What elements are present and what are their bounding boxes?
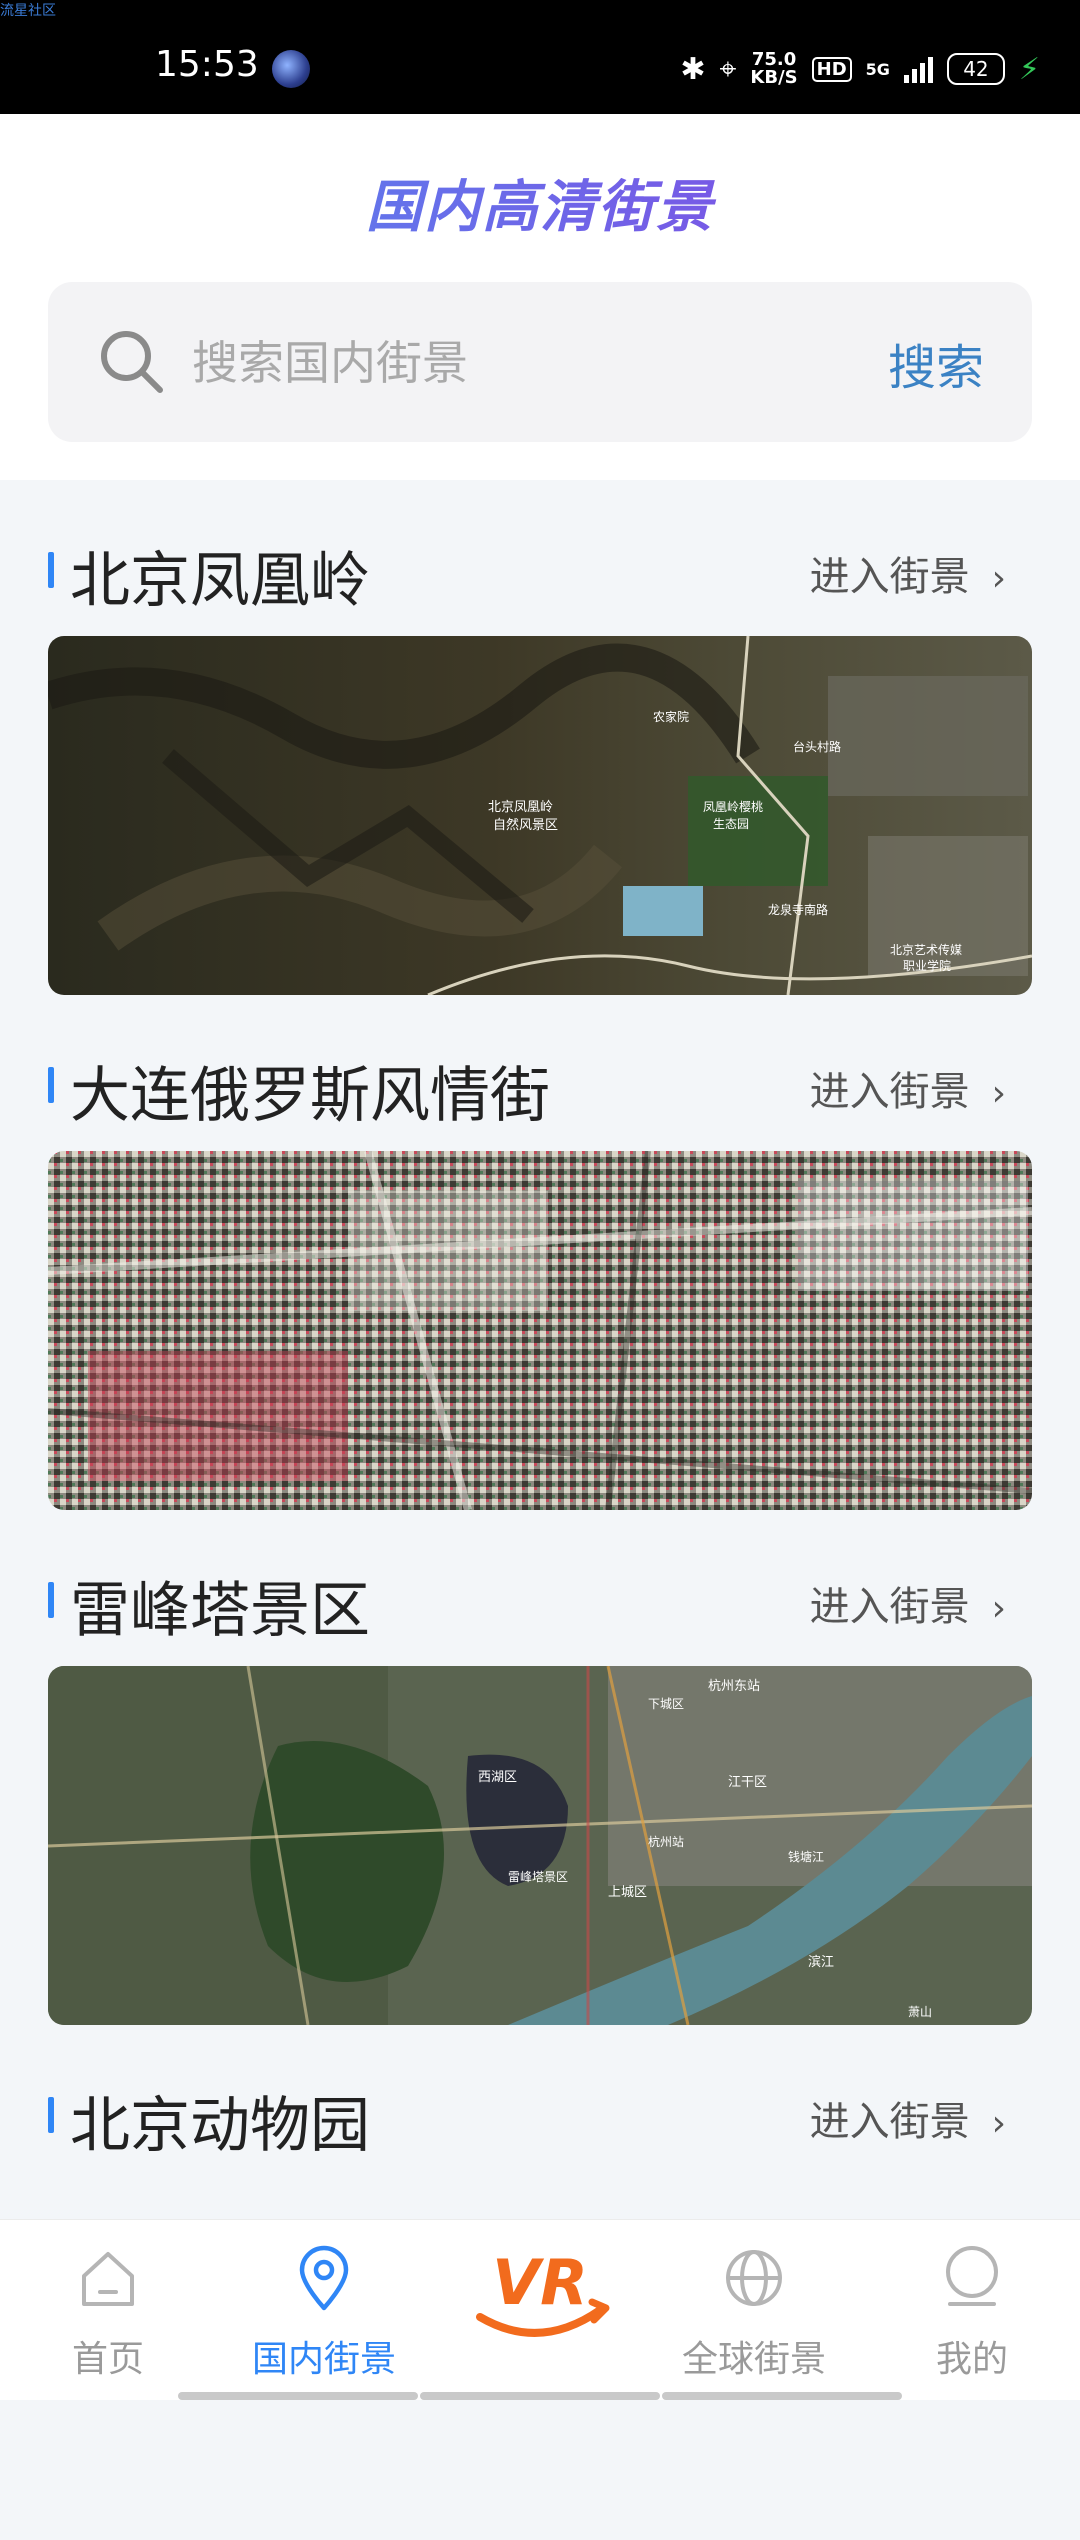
map-label: 钱塘江 (788, 1849, 824, 1864)
list-item: 雷峰塔景区 进入街景 › 杭州东站 西湖区 雷峰塔景区 杭州站 钱塘江 滨江 上… (48, 1510, 1032, 2025)
tab-label: 全球街景 (681, 2339, 826, 2380)
globe-icon (726, 2250, 782, 2306)
list-item: 北京凤凰岭 进入街景 › 北京凤凰岭 自然风景区 凤凰岭樱桃 生态园 农家院 龙… (48, 480, 1032, 995)
enter-street-view-link[interactable]: 进入街景 › (810, 544, 1006, 602)
chevron-right-icon: › (991, 1073, 1006, 1114)
map-label: 杭州东站 (708, 1679, 760, 1694)
map-label: 职业学院 (903, 958, 951, 973)
vr-logo-text: VR (492, 2246, 588, 2319)
vr-logo-icon: VR (476, 2246, 610, 2337)
enter-street-view-label: 进入街景 (809, 554, 970, 600)
battery-icon: 42 (946, 53, 1005, 85)
map-label: 自然风景区 (493, 817, 558, 833)
satellite-thumbnail[interactable] (48, 1151, 1032, 1510)
section-title: 北京动物园 (70, 2091, 370, 2161)
map-label: 农家院 (653, 709, 689, 724)
user-icon (946, 2246, 998, 2306)
section-accent-bar (48, 1067, 54, 1103)
satellite-thumbnail[interactable]: 北京凤凰岭 自然风景区 凤凰岭樱桃 生态园 农家院 龙泉寺南路 北京艺术传媒 职… (48, 636, 1032, 995)
section-accent-bar (48, 2097, 54, 2133)
section-accent-bar (48, 1582, 54, 1618)
section-accent-bar (48, 552, 54, 588)
tab-global-street-view[interactable]: 全球街景 (664, 2220, 844, 2400)
chevron-right-icon: › (991, 2103, 1006, 2144)
section-header: 北京凤凰岭 进入街景 › (48, 480, 1032, 636)
enter-street-view-link[interactable]: 进入街景 › (810, 1059, 1006, 1117)
gesture-bar-segment (420, 2392, 660, 2400)
gesture-bar-segment (178, 2392, 418, 2400)
page-title: 国内高清街景 (0, 162, 1080, 243)
bluetooth-icon: ✱ (680, 51, 706, 87)
tab-label: 国内街景 (251, 2339, 396, 2380)
status-time: 15:53 (155, 44, 259, 85)
map-label: 下城区 (648, 1697, 684, 1711)
enter-street-view-link[interactable]: 进入街景 › (810, 1574, 1006, 1632)
tab-domestic-street-view[interactable]: 国内街景 (234, 2220, 414, 2400)
section-header: 雷峰塔景区 进入街景 › (48, 1510, 1032, 1666)
enter-street-view-link[interactable]: 进入街景 › (810, 2089, 1006, 2147)
map-label: 北京艺术传媒 (890, 942, 962, 957)
list-item: 大连俄罗斯风情街 进入街景 › (48, 995, 1032, 1510)
location-pin-icon (299, 2245, 349, 2311)
network-speed-unit: KB/S (750, 67, 798, 88)
gesture-bar-segment (662, 2392, 902, 2400)
tab-home[interactable]: 首页 (18, 2220, 198, 2400)
chevron-right-icon: › (991, 558, 1006, 599)
tab-profile[interactable]: 我的 (882, 2220, 1062, 2400)
section-header: 北京动物园 进入街景 › (48, 2025, 1032, 2181)
search-icon (101, 331, 163, 393)
home-icon (82, 2252, 134, 2306)
enter-street-view-label: 进入街景 (809, 1069, 970, 1115)
header: 国内高清街景 搜索 (0, 114, 1080, 480)
hd-icon: HD (811, 56, 852, 82)
search-bar[interactable]: 搜索 (48, 282, 1032, 442)
map-label: 台头村路 (793, 739, 841, 754)
map-label: 生态园 (713, 817, 749, 831)
chevron-right-icon: › (991, 1588, 1006, 1629)
section-header: 大连俄罗斯风情街 进入街景 › (48, 995, 1032, 1151)
section-title: 北京凤凰岭 (70, 546, 370, 616)
section-title: 大连俄罗斯风情街 (70, 1061, 550, 1131)
map-label: 北京凤凰岭 (488, 800, 553, 815)
status-indicators: ✱ ⌖ 75.0 KB/S HD 5G 42 ⚡ (680, 44, 1040, 94)
app-notification-icon (272, 50, 310, 88)
status-bar: 流星社区 15:53 ✱ ⌖ 75.0 KB/S HD 5G 42 ⚡ (0, 0, 1080, 114)
enter-street-view-label: 进入街景 (809, 1584, 970, 1630)
map-label: 杭州站 (648, 1834, 684, 1849)
map-label: 雷峰塔景区 (508, 1870, 568, 1884)
map-label: 上城区 (608, 1885, 647, 1900)
network-speed: 75.0 KB/S (750, 51, 797, 87)
map-label: 凤凰岭樱桃 (703, 799, 763, 814)
watermark-text: 流星社区 (0, 3, 56, 19)
map-label: 江干区 (728, 1775, 767, 1790)
signal-icon (903, 55, 933, 83)
location-icon: ⌖ (719, 51, 737, 87)
search-button[interactable]: 搜索 (888, 328, 984, 398)
charging-icon: ⚡ (1018, 51, 1040, 87)
bottom-tab-bar: 首页 国内街景 VR 全球街景 我的 (0, 2219, 1080, 2400)
map-label: 西湖区 (478, 1770, 517, 1785)
satellite-thumbnail[interactable]: 杭州东站 西湖区 雷峰塔景区 杭州站 钱塘江 滨江 上城区 江干区 萧山 下城区 (48, 1666, 1032, 2025)
search-input[interactable] (190, 322, 794, 404)
tab-label: 首页 (71, 2339, 144, 2380)
tab-vr[interactable]: VR (460, 2232, 620, 2352)
enter-street-view-label: 进入街景 (809, 2099, 970, 2145)
section-title: 雷峰塔景区 (70, 1576, 370, 1646)
tab-label: 我的 (935, 2339, 1008, 2380)
map-label: 滨江 (808, 1954, 834, 1970)
map-label: 萧山 (908, 2005, 932, 2019)
map-label: 龙泉寺南路 (768, 902, 828, 917)
network-type: 5G (865, 59, 890, 79)
